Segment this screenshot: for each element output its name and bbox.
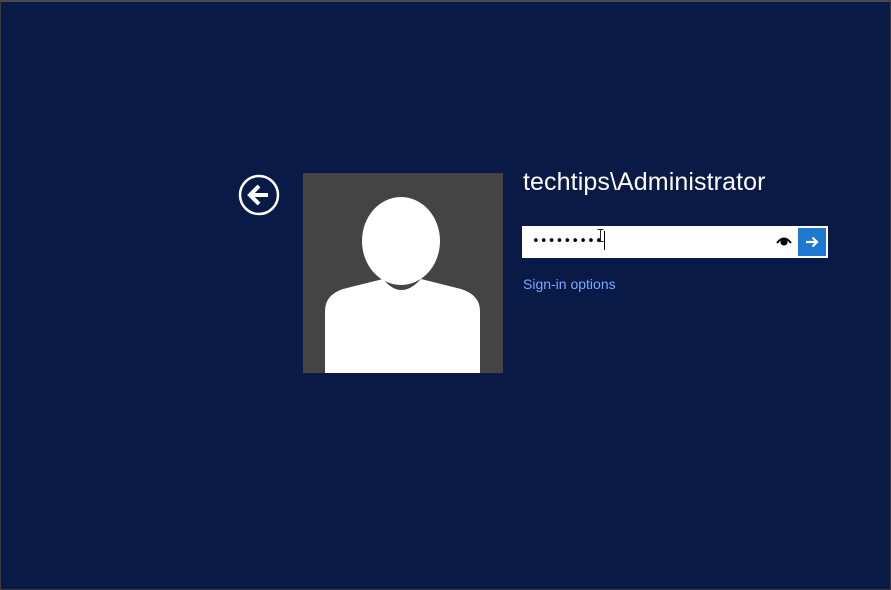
ibeam-cursor-icon: [597, 229, 604, 242]
user-silhouette-icon: [325, 197, 480, 373]
password-input[interactable]: •••••••••: [523, 227, 765, 257]
eye-icon: [776, 237, 792, 246]
password-field[interactable]: •••••••••: [522, 226, 828, 258]
back-arrow-icon: [238, 174, 280, 216]
avatar: [303, 173, 503, 373]
reveal-password-button[interactable]: [770, 227, 798, 257]
back-button[interactable]: [238, 174, 280, 216]
password-value: •••••••••: [532, 234, 603, 249]
arrow-right-icon: [806, 236, 819, 248]
submit-button[interactable]: [798, 228, 826, 256]
username-label: techtips\Administrator: [523, 168, 766, 196]
sign-in-options-link[interactable]: Sign-in options: [523, 276, 616, 292]
